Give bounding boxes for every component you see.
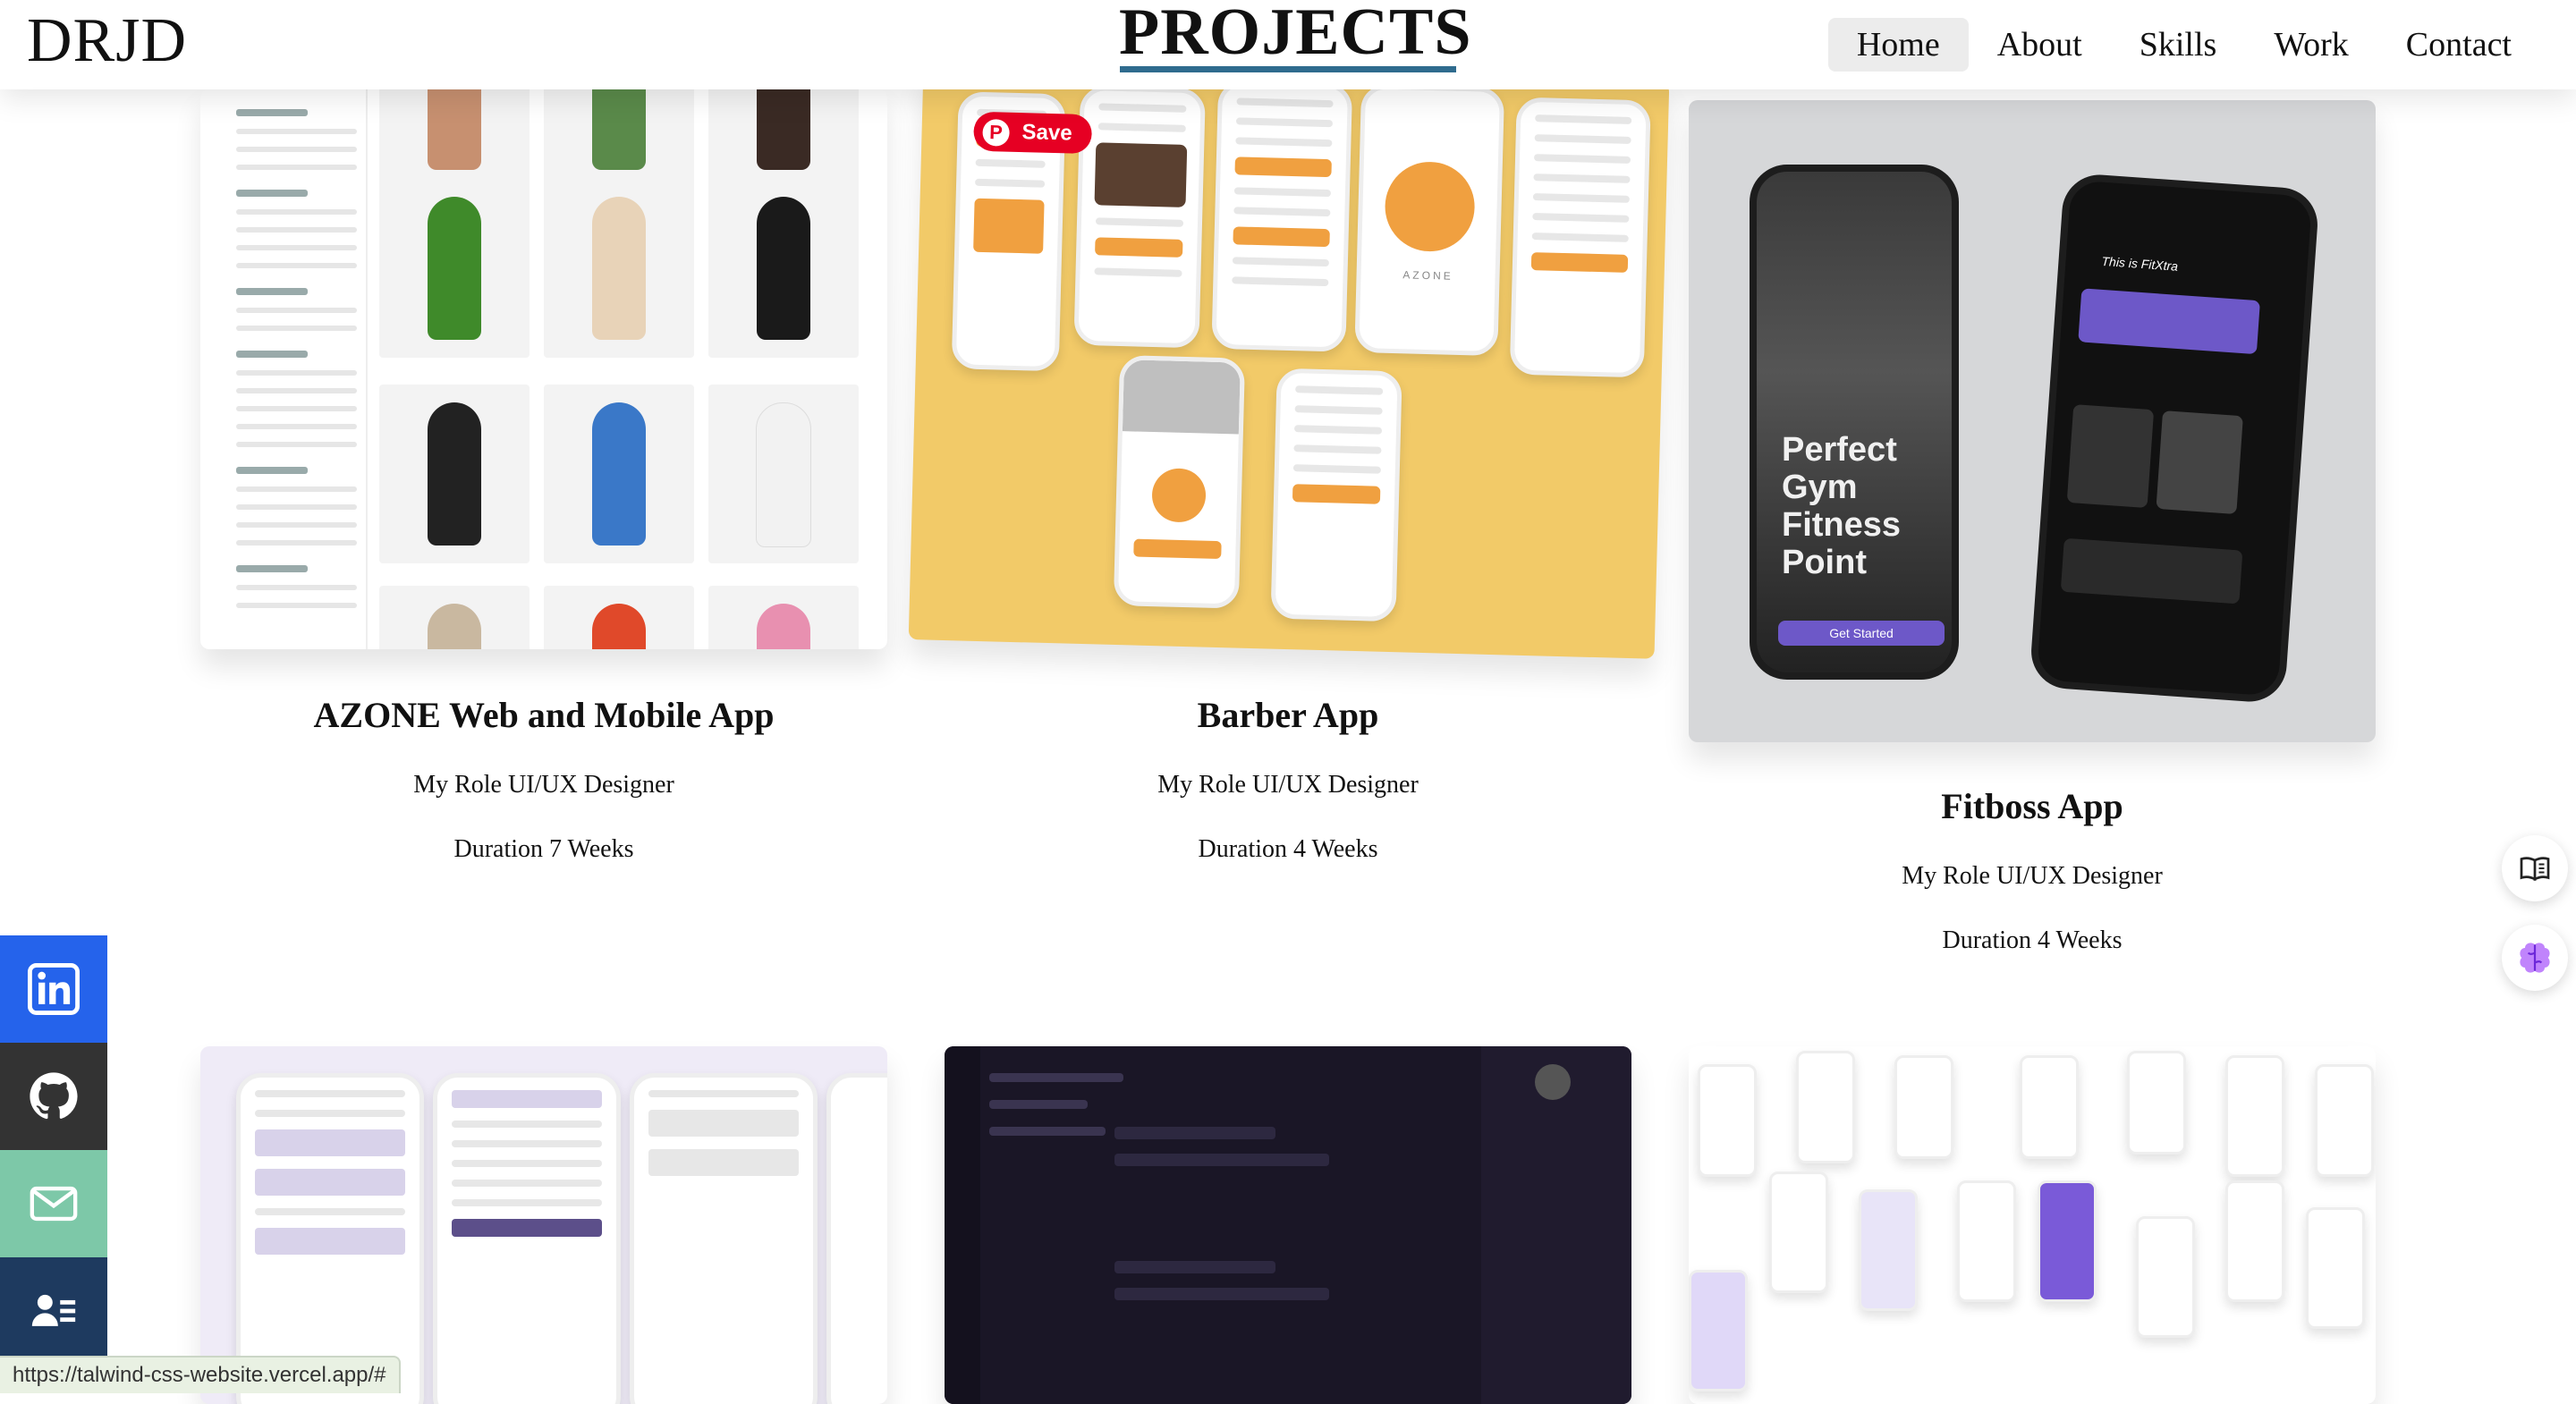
project-duration: Duration 4 Weeks — [1198, 835, 1378, 863]
phone-mockup — [1073, 85, 1206, 349]
phone-mockup — [236, 1073, 424, 1404]
github-link[interactable] — [0, 1043, 107, 1150]
product-tile — [379, 586, 530, 649]
project-title: Barber App — [1197, 695, 1379, 735]
project-role: My Role UI/UX Designer — [1157, 771, 1419, 799]
email-link[interactable] — [0, 1150, 107, 1257]
phone-mockup — [1113, 355, 1246, 609]
phone-mockup — [1509, 97, 1651, 378]
project-title: Fitboss App — [1941, 786, 2123, 826]
phone-mockup — [433, 1073, 621, 1404]
product-tile — [544, 179, 694, 358]
product-tile — [379, 385, 530, 563]
project-card-chat-preview[interactable] — [945, 1046, 1631, 1404]
product-tile — [544, 385, 694, 563]
project-role: My Role UI/UX Designer — [1902, 862, 2163, 890]
brain-icon — [2520, 943, 2550, 973]
pinterest-icon: P — [982, 118, 1010, 147]
nav-home[interactable]: Home — [1827, 18, 1969, 72]
product-tile — [379, 179, 530, 358]
nav-contact[interactable]: Contact — [2377, 18, 2540, 72]
barber-preview-image: P Save AZONE — [908, 63, 1670, 659]
product-tile — [708, 89, 859, 188]
nav-about[interactable]: About — [1969, 18, 2111, 72]
main-nav: Home About Skills Work Contact — [1827, 18, 2540, 72]
product-tile — [544, 89, 694, 188]
phone-mockup — [1211, 80, 1353, 352]
get-started-button: Get Started — [1778, 621, 1945, 646]
project-duration: Duration 7 Weeks — [453, 835, 634, 863]
fitboss-preview-image: Perfect Gym Fitness Point Get Started Th… — [1689, 100, 2376, 742]
resume-link[interactable] — [0, 1257, 107, 1365]
phone-mockup — [826, 1073, 887, 1404]
title-underline — [1120, 66, 1456, 72]
phone-mockup: Perfect Gym Fitness Point Get Started — [1750, 165, 1959, 680]
phone-mockup: AZONE — [1354, 84, 1505, 357]
status-bar-url: https://talwind-css-website.vercel.app/# — [0, 1356, 401, 1393]
product-tile — [379, 89, 530, 188]
linkedin-icon — [28, 963, 80, 1015]
ai-assistant-button[interactable] — [2502, 925, 2568, 991]
filter-sidebar — [227, 89, 368, 649]
project-title: AZONE Web and Mobile App — [313, 695, 775, 735]
project-card-barber[interactable]: P Save AZONE Barber App My Role UI/UX De… — [908, 0, 1670, 894]
github-icon — [30, 1072, 78, 1120]
nav-work[interactable]: Work — [2245, 18, 2377, 72]
mail-icon — [30, 1186, 78, 1222]
book-icon — [2520, 857, 2550, 882]
product-tile — [708, 179, 859, 358]
product-tile — [708, 385, 859, 563]
linkedin-link[interactable] — [0, 935, 107, 1043]
product-tile — [544, 586, 694, 649]
reader-mode-button[interactable] — [2502, 835, 2568, 901]
azone-preview-image — [200, 89, 887, 649]
project-duration: Duration 4 Weeks — [1942, 926, 2123, 954]
promo-text: Perfect Gym Fitness Point — [1782, 431, 1902, 581]
pinterest-save-button[interactable]: P Save — [973, 111, 1093, 155]
resume-icon — [31, 1294, 76, 1326]
site-logo[interactable]: DRJD — [27, 5, 187, 77]
phone-mockup: This is FitXtra — [2029, 172, 2320, 705]
project-card-screens-preview[interactable] — [1689, 1046, 2376, 1404]
site-header: DRJD PROJECTS Home About Skills Work Con… — [0, 0, 2576, 89]
phone-mockup — [630, 1073, 818, 1404]
project-role: My Role UI/UX Designer — [413, 771, 674, 799]
app-heading: This is FitXtra — [2101, 253, 2179, 274]
nav-skills[interactable]: Skills — [2111, 18, 2246, 72]
phone-mockup — [1270, 368, 1402, 622]
project-card-azone[interactable]: AZONE Web and Mobile App My Role UI/UX D… — [200, 0, 887, 894]
project-card-fitboss[interactable]: Perfect Gym Fitness Point Get Started Th… — [1689, 0, 2376, 984]
project-card-fees-preview[interactable] — [200, 1046, 887, 1404]
product-tile — [708, 586, 859, 649]
